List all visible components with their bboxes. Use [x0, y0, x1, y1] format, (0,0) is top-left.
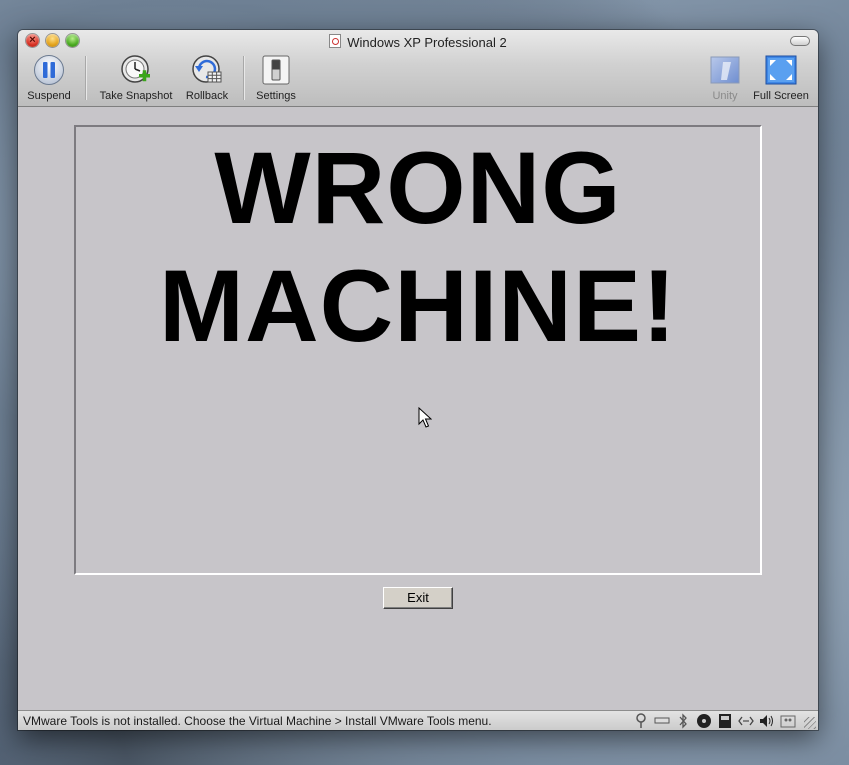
mouse-pointer-icon — [418, 406, 433, 434]
status-bar: VMware Tools is not installed. Choose th… — [18, 710, 818, 730]
snapshot-icon — [120, 54, 152, 86]
message-panel: WRONG MACHINE! — [74, 125, 762, 575]
resize-grip[interactable] — [804, 717, 816, 729]
rollback-button[interactable]: Rollback — [182, 54, 232, 102]
device-icons — [633, 713, 796, 729]
machine-heading: MACHINE! — [159, 249, 677, 363]
usb-icon[interactable] — [633, 713, 649, 729]
floppy-icon[interactable] — [717, 713, 733, 729]
unity-label: Unity — [712, 90, 738, 102]
status-message: VMware Tools is not installed. Choose th… — [23, 714, 492, 728]
suspend-button[interactable]: Suspend — [26, 54, 72, 102]
settings-label: Settings — [256, 90, 296, 102]
toolbar: Windows XP Professional 2 Suspend — [18, 30, 818, 107]
exit-button[interactable]: Exit — [383, 587, 453, 609]
suspend-label: Suspend — [27, 90, 71, 102]
toolbar-toggle-button[interactable] — [790, 36, 810, 46]
cd-dvd-icon[interactable] — [696, 713, 712, 729]
pause-icon — [33, 54, 65, 86]
window-title: Windows XP Professional 2 — [347, 35, 507, 50]
vm-display[interactable]: WRONG MACHINE! Exit — [18, 107, 818, 710]
shared-folders-icon[interactable] — [780, 713, 796, 729]
full-screen-icon — [765, 54, 797, 86]
vmware-window: Windows XP Professional 2 Suspend — [18, 30, 818, 730]
unity-icon — [709, 54, 741, 86]
wrong-heading: WRONG — [214, 131, 622, 245]
sound-icon[interactable] — [759, 713, 775, 729]
document-icon — [329, 34, 342, 48]
toolbar-separator — [243, 56, 245, 100]
take-snapshot-label: Take Snapshot — [99, 90, 173, 102]
exit-label: Exit — [407, 590, 429, 605]
unity-button[interactable]: Unity — [706, 54, 744, 102]
network-icon[interactable] — [738, 713, 754, 729]
full-screen-button[interactable]: Full Screen — [749, 54, 813, 102]
toolbar-separator — [85, 56, 87, 100]
bluetooth-icon[interactable] — [675, 713, 691, 729]
window-title-bar: Windows XP Professional 2 — [18, 34, 818, 50]
take-snapshot-button[interactable]: Take Snapshot — [96, 54, 176, 102]
settings-button[interactable]: Settings — [252, 54, 300, 102]
rollback-label: Rollback — [185, 90, 229, 102]
full-screen-label: Full Screen — [753, 90, 809, 102]
hard-disk-icon[interactable] — [654, 713, 670, 729]
rollback-icon — [191, 54, 223, 86]
settings-switch-icon — [260, 54, 292, 86]
